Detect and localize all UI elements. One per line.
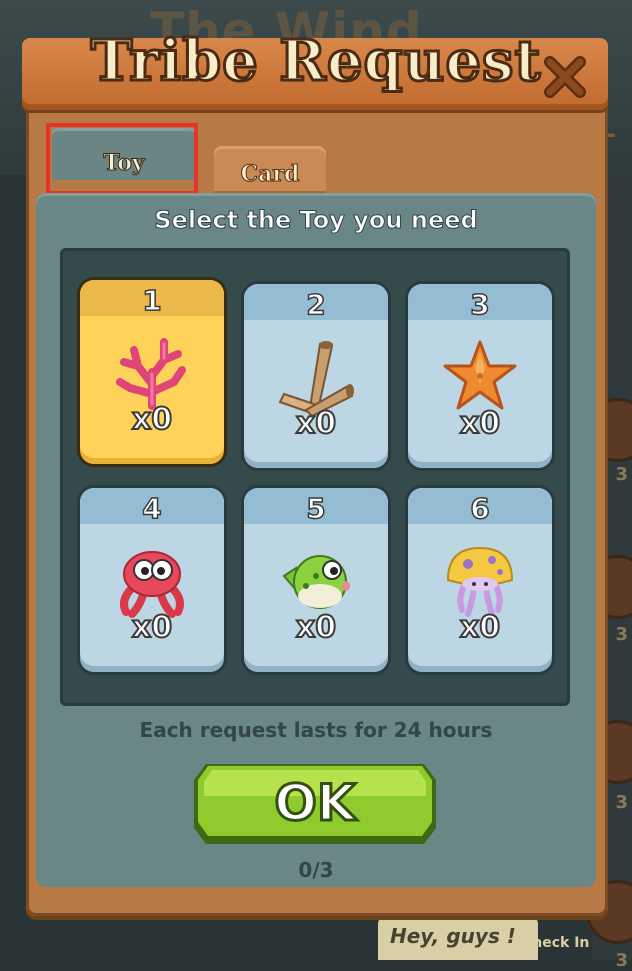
toy-card-3[interactable]: 3 x0 [408,284,552,468]
toy-count: x0 [459,609,501,646]
toy-number: 6 [470,491,491,526]
toy-number: 2 [306,287,327,322]
request-progress: 0/3 [298,858,334,882]
dialog-title: Tribe Request [89,27,542,96]
toy-count: x0 [295,405,337,442]
octopus-icon [120,551,184,618]
toy-card-1[interactable]: 1 x0 [80,280,224,464]
instruction-text: Select the Toy you need [154,206,478,235]
toy-card-5[interactable]: 5 x0 [244,488,388,672]
background-chat-bubble: Hey, guys ! [378,916,538,960]
toy-card-6[interactable]: 6 x0 [408,488,552,672]
starfish-icon [443,340,517,410]
toy-number: 1 [142,283,163,318]
toy-count: x0 [131,401,173,438]
ok-button-label: OK [273,773,357,834]
toy-count: x0 [295,609,337,646]
tab-toy-label: Toy [103,150,145,177]
seashell-icon [278,341,354,416]
toy-card-2[interactable]: 2 x0 [244,284,388,468]
chat-bubble-text: Hey, guys ! [390,924,516,948]
tab-card-label: Card [240,161,300,188]
toy-count: x0 [131,609,173,646]
ok-button[interactable]: OK [192,760,438,848]
toy-number: 4 [142,491,163,526]
toy-number: 5 [306,491,327,526]
toy-count: x0 [459,405,501,442]
background-count: 3 [615,950,628,971]
background-count: 3 [615,624,628,645]
request-duration-note: Each request lasts for 24 hours [139,718,493,742]
jellyfish-icon [446,546,514,617]
toy-card-4[interactable]: 4 x0 [80,488,224,672]
close-button[interactable] [542,54,588,100]
tab-card[interactable]: Card [214,146,326,194]
tab-toy[interactable]: Toy [52,128,196,180]
coral-icon [116,338,186,410]
pufferfish-icon [282,555,350,609]
toy-number: 3 [470,287,491,322]
background-count: 3 [615,792,628,813]
background-chat-partial: Check In [522,935,590,951]
close-icon [544,56,586,98]
background-count: 3 [615,464,628,485]
